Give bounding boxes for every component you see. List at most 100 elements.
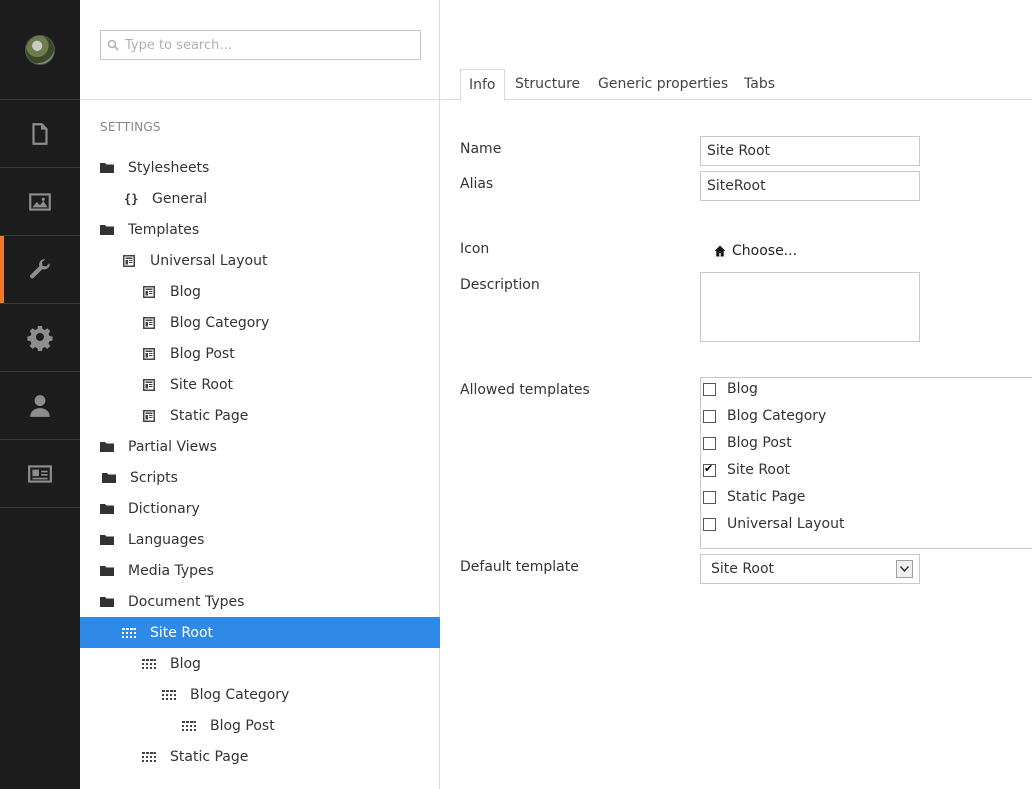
section-developer[interactable] <box>0 304 80 372</box>
checkbox-label: Blog Category <box>727 408 827 424</box>
tree-node-label: Static Page <box>170 407 249 424</box>
tree-node[interactable]: Templates <box>80 214 440 245</box>
folder-icon <box>100 223 114 237</box>
tab-generic-properties[interactable]: Generic properties <box>590 69 736 100</box>
folder-icon <box>100 161 114 175</box>
checkbox-label: Site Root <box>727 462 791 478</box>
tree-node-label: Blog Category <box>170 314 270 331</box>
section-content[interactable] <box>0 100 80 168</box>
section-users[interactable] <box>0 372 80 440</box>
checkbox[interactable] <box>703 409 716 423</box>
tree-node[interactable]: Blog Post <box>80 710 440 741</box>
home-icon <box>714 245 726 257</box>
doctype-icon <box>142 750 156 764</box>
tree-node[interactable]: Blog <box>80 648 440 679</box>
tree-node[interactable]: Blog Category <box>80 307 440 338</box>
allowed-template-option[interactable]: Blog <box>703 379 758 399</box>
template-icon <box>142 347 156 361</box>
checkbox[interactable] <box>703 517 716 531</box>
section-members[interactable] <box>0 440 80 508</box>
search-area <box>80 0 439 100</box>
description-label: Description <box>460 277 540 293</box>
allowed-templates-list: Blog Blog Category Blog Post Site Root Stati… <box>700 377 1032 549</box>
template-icon <box>142 285 156 299</box>
tree-node[interactable]: {} General <box>80 183 440 214</box>
doctype-icon <box>122 626 136 640</box>
tree-node[interactable]: Document Types <box>80 586 440 617</box>
search-box[interactable] <box>100 30 421 60</box>
tree-node-label: Partial Views <box>128 438 217 455</box>
tree-node[interactable]: Blog Category <box>80 679 440 710</box>
tree-node[interactable]: Partial Views <box>80 431 440 462</box>
folder-icon <box>100 533 114 547</box>
allowed-templates-label: Allowed templates <box>460 382 590 398</box>
tree-node[interactable]: Blog Post <box>80 338 440 369</box>
chevron-down-icon <box>896 560 913 578</box>
search-icon <box>107 39 119 51</box>
avatar-container <box>0 0 80 100</box>
default-template-value: Site Root <box>711 561 775 577</box>
doctype-icon <box>142 657 156 671</box>
tab-bar: Info Structure Generic properties Tabs <box>441 0 1032 101</box>
alias-label: Alias <box>460 176 494 192</box>
default-template-select[interactable]: Site Root <box>700 554 920 584</box>
choose-icon-button[interactable]: Choose... <box>714 243 797 259</box>
search-input[interactable] <box>125 35 415 55</box>
tab-structure[interactable]: Structure <box>507 69 588 100</box>
tree-node[interactable]: Site Root <box>80 369 440 400</box>
template-icon <box>142 409 156 423</box>
member-card-icon <box>28 464 52 483</box>
tree-node-label: Blog Post <box>170 345 235 362</box>
allowed-template-option[interactable]: Static Page <box>703 487 805 507</box>
name-label: Name <box>460 141 502 157</box>
avatar[interactable] <box>25 34 55 65</box>
section-settings[interactable] <box>0 236 80 304</box>
document-icon <box>32 122 48 145</box>
tree-node[interactable]: Universal Layout <box>80 245 440 276</box>
tree-node[interactable]: Site Root <box>80 617 440 648</box>
tree-node-label: Dictionary <box>128 500 200 517</box>
description-field[interactable] <box>700 272 920 342</box>
tree-node[interactable]: Stylesheets <box>80 152 440 183</box>
alias-field[interactable] <box>700 171 920 201</box>
tab-tabs[interactable]: Tabs <box>736 69 783 100</box>
checkbox[interactable] <box>703 462 716 477</box>
section-title: SETTINGS <box>100 120 161 134</box>
tree-node[interactable]: Blog <box>80 276 440 307</box>
allowed-template-option[interactable]: Blog Category <box>703 406 826 426</box>
section-media[interactable] <box>0 168 80 236</box>
tree-node-label: Site Root <box>170 376 234 393</box>
checkbox-label: Universal Layout <box>727 516 845 532</box>
tree-node[interactable]: Static Page <box>80 400 440 431</box>
tree-panel: SETTINGS Stylesheets {} General Templates Un… <box>80 0 440 789</box>
checkbox-label: Blog Post <box>727 435 792 451</box>
allowed-template-option[interactable]: Universal Layout <box>703 514 844 534</box>
tree-node[interactable]: Scripts <box>80 462 440 493</box>
tree-node-label: Universal Layout <box>150 252 268 269</box>
tree-node-label: Blog <box>170 655 201 672</box>
checkbox-label: Static Page <box>727 489 806 505</box>
tab-info[interactable]: Info <box>460 69 505 101</box>
default-template-label: Default template <box>460 559 579 575</box>
tree-node-label: Scripts <box>130 469 178 486</box>
checkbox[interactable] <box>703 436 716 450</box>
tree-node-label: Static Page <box>170 748 249 765</box>
folder-icon <box>100 595 114 609</box>
tree-node[interactable]: Static Page <box>80 741 440 772</box>
tree-node[interactable]: Languages <box>80 524 440 555</box>
checkbox[interactable] <box>703 382 716 396</box>
tree-node[interactable]: Media Types <box>80 555 440 586</box>
user-icon <box>30 394 50 417</box>
name-field[interactable] <box>700 136 920 166</box>
curly-braces-icon: {} <box>124 191 139 206</box>
doctype-icon <box>162 688 176 702</box>
gear-icon <box>27 325 53 351</box>
template-icon <box>142 316 156 330</box>
allowed-template-option[interactable]: Blog Post <box>703 433 792 453</box>
folder-icon <box>100 440 114 454</box>
tree-node[interactable]: Dictionary <box>80 493 440 524</box>
folder-icon <box>100 502 114 516</box>
template-icon <box>122 254 136 268</box>
checkbox[interactable] <box>703 490 716 504</box>
allowed-template-option[interactable]: Site Root <box>703 460 790 480</box>
